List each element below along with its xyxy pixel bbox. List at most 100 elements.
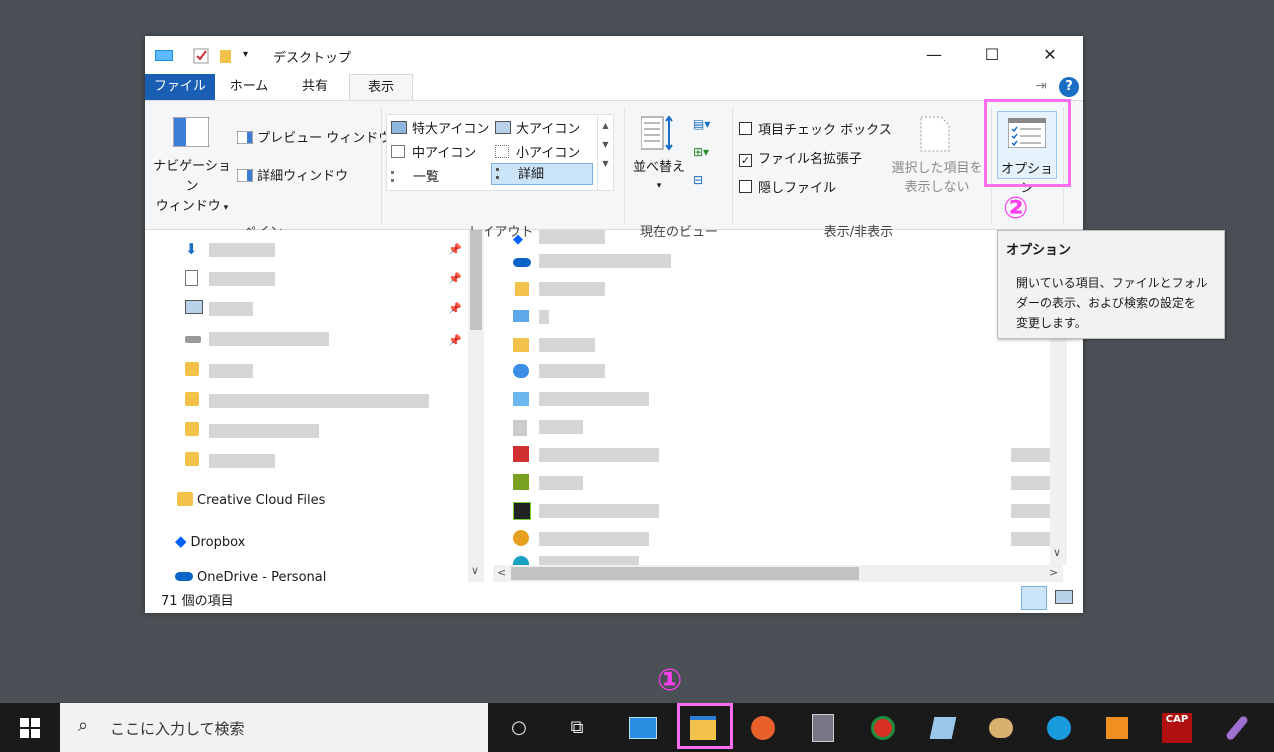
nav-item[interactable] xyxy=(185,392,199,412)
expand-icon: ▼ xyxy=(602,159,609,168)
synced-folder-icon xyxy=(185,362,199,376)
nav-item[interactable] xyxy=(185,332,201,352)
start-button[interactable] xyxy=(13,711,47,745)
nav-item[interactable] xyxy=(185,270,198,290)
pin-icon[interactable]: 📌 xyxy=(448,302,462,315)
navigation-pane-button[interactable]: ナビゲーション ウィンドウ ▾ xyxy=(153,157,231,218)
scroll-thumb[interactable] xyxy=(470,230,482,330)
navigation-pane-icon xyxy=(172,116,210,151)
item-checkbox-toggle[interactable]: 項目チェック ボックス xyxy=(739,119,892,138)
windows-logo-icon xyxy=(20,718,40,738)
checkbox-checked-icon: ✓ xyxy=(739,154,752,167)
pin-icon[interactable]: 📌 xyxy=(448,272,462,285)
hidden-files-toggle[interactable]: 隠しファイル xyxy=(739,177,836,196)
layout-xl-icons[interactable]: 特大アイコン xyxy=(391,118,489,137)
dropbox-icon: ◆ xyxy=(175,532,187,550)
horizontal-scrollbar[interactable]: < > xyxy=(493,565,1063,582)
nav-item[interactable] xyxy=(185,452,199,472)
nav-item[interactable] xyxy=(185,362,199,382)
tooltip-body: 開いている項目、ファイルとフォル ダーの表示、および検索の設定を 変更します。 xyxy=(1016,273,1208,333)
blurred-label xyxy=(209,243,275,257)
pin-ribbon-icon[interactable]: ⇥ xyxy=(1035,78,1047,94)
window-icon xyxy=(155,48,173,64)
tab-file[interactable]: ファイル xyxy=(145,74,215,100)
search-icon: ⌕ xyxy=(78,715,89,736)
network-icon xyxy=(513,364,529,378)
add-columns-icon[interactable]: ⊞▾ xyxy=(693,145,709,159)
size-columns-icon[interactable]: ⊟ xyxy=(693,173,703,187)
computer-icon xyxy=(513,310,529,322)
file-list: ◆ xyxy=(511,230,1067,565)
navigation-scrollbar[interactable]: ∨ xyxy=(468,230,484,582)
feather-app-icon[interactable] xyxy=(1220,711,1254,745)
document-icon xyxy=(185,270,198,286)
scroll-thumb[interactable] xyxy=(511,567,859,580)
nav-item[interactable] xyxy=(185,422,199,442)
blurred-label xyxy=(209,424,319,438)
layout-small-icons[interactable]: 小アイコン xyxy=(495,142,580,161)
blurred-label xyxy=(539,392,649,406)
details-pane-button[interactable]: 詳細ウィンドウ xyxy=(236,165,349,184)
nav-item-onedrive[interactable]: OneDrive - Personal xyxy=(175,570,326,582)
pin-icon[interactable]: 📌 xyxy=(448,243,462,256)
options-tooltip: オプション 開いている項目、ファイルとフォル ダーの表示、および検索の設定を 変… xyxy=(997,230,1225,339)
layout-large-icons[interactable]: 大アイコン xyxy=(495,118,580,137)
nav-item-dropbox[interactable]: ◆ Dropbox xyxy=(175,532,245,552)
details-pane-label: 詳細ウィンドウ xyxy=(257,169,349,184)
layout-xl-icons-label: 特大アイコン xyxy=(412,122,490,137)
task-view-icon[interactable]: ⧉ xyxy=(560,711,594,745)
layout-gallery-scroll[interactable]: ▲ ▼ ▼ xyxy=(597,115,613,190)
cortana-icon[interactable]: ○ xyxy=(502,711,536,745)
chrome-icon[interactable] xyxy=(866,711,900,745)
chevron-down-icon[interactable]: ∨ xyxy=(471,564,479,577)
close-button[interactable]: ✕ xyxy=(1027,40,1073,70)
chevron-down-icon: ▾ xyxy=(220,203,229,213)
hide-selected-button[interactable]: 選択した項目を 表示しない xyxy=(889,159,985,197)
details-pane-icon xyxy=(236,168,254,184)
sort-by-button[interactable]: 並べ替え ▾ xyxy=(631,159,687,195)
group-by-icon[interactable]: ▤▾ xyxy=(693,117,710,131)
pin-icon[interactable]: 📌 xyxy=(448,334,462,347)
large-icons-view-icon[interactable] xyxy=(1055,590,1073,604)
chevron-left-icon[interactable]: < xyxy=(497,566,506,579)
chevron-down-icon[interactable]: ∨ xyxy=(1053,546,1061,559)
edge-icon[interactable] xyxy=(1042,711,1076,745)
capture-app-icon[interactable]: CAP xyxy=(1160,711,1194,745)
firefox-icon[interactable] xyxy=(746,711,780,745)
notes-app-icon[interactable] xyxy=(926,711,960,745)
taskbar: ⌕ ここに入力して検索 ○ ⧉ CAP xyxy=(0,703,1274,752)
file-extensions-toggle[interactable]: ✓ ファイル名拡張子 xyxy=(739,148,862,167)
help-icon[interactable]: ? xyxy=(1059,77,1079,97)
app-shortcut-icon xyxy=(513,502,531,520)
layout-list[interactable]: 一覧 xyxy=(391,166,439,185)
preview-pane-button[interactable]: プレビュー ウィンドウ xyxy=(236,127,391,146)
blurred-label xyxy=(209,364,253,378)
blurred-label xyxy=(1011,476,1051,490)
minimize-button[interactable]: — xyxy=(911,40,957,70)
blurred-label xyxy=(539,230,605,244)
layout-details[interactable]: 詳細 xyxy=(491,163,593,185)
contacts-app-icon[interactable] xyxy=(626,711,660,745)
tab-share[interactable]: 共有 xyxy=(285,74,345,100)
blurred-label xyxy=(209,332,329,346)
nav-item[interactable] xyxy=(185,300,203,320)
nav-item[interactable]: ⬇ xyxy=(185,240,198,260)
search-box[interactable]: ⌕ ここに入力して検索 xyxy=(60,703,488,752)
blurred-label xyxy=(539,282,605,296)
paint-icon[interactable] xyxy=(984,711,1018,745)
properties-icon[interactable] xyxy=(193,48,209,64)
details-view-icon[interactable] xyxy=(1021,586,1047,610)
tooltip-body-line: 変更します。 xyxy=(1016,316,1087,330)
tab-home[interactable]: ホーム xyxy=(219,74,279,100)
options-highlight xyxy=(984,99,1071,187)
layout-medium-icons[interactable]: 中アイコン xyxy=(391,142,476,161)
checkbox-unchecked-icon xyxy=(739,122,752,135)
maximize-button[interactable]: ☐ xyxy=(969,40,1015,70)
media-player-icon[interactable] xyxy=(1100,711,1134,745)
nav-item-creative-cloud[interactable]: Creative Cloud Files xyxy=(177,492,325,512)
tab-view[interactable]: 表示 xyxy=(349,74,413,102)
new-folder-icon[interactable] xyxy=(219,48,233,64)
calculator-icon[interactable] xyxy=(806,711,840,745)
chevron-right-icon[interactable]: > xyxy=(1049,566,1058,579)
qat-dropdown-icon[interactable]: ▾ xyxy=(243,49,248,65)
